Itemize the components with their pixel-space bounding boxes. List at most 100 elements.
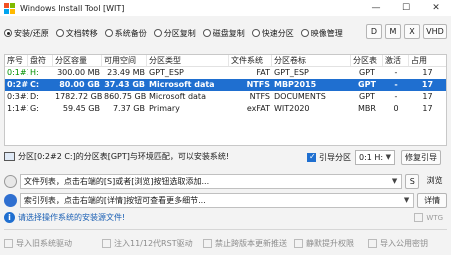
maximize-button[interactable]: ☐ bbox=[391, 0, 421, 16]
cell-free: 860.75 GB bbox=[104, 92, 147, 101]
d-button[interactable]: D bbox=[366, 24, 382, 39]
option-silent-elevate[interactable]: 静默提升权限 bbox=[294, 238, 368, 249]
browse-button[interactable]: 浏览 bbox=[422, 174, 447, 189]
cell-fs: exFAT bbox=[246, 104, 270, 113]
cell-table: GPT bbox=[358, 80, 376, 89]
close-button[interactable]: ✕ bbox=[421, 0, 451, 16]
boot-partition-select[interactable]: 0:1 H: ▼ bbox=[355, 150, 395, 165]
cell-index: 0:2#2 bbox=[7, 80, 28, 89]
checkbox[interactable] bbox=[102, 238, 111, 248]
tab-label: 安装/还原 bbox=[14, 28, 49, 38]
cell-type: Primary bbox=[149, 104, 180, 113]
cell-label: WIT2020 bbox=[274, 104, 310, 113]
cell-table: GPT bbox=[359, 92, 375, 101]
checkbox[interactable] bbox=[294, 238, 303, 248]
cell-type: Microsoft data bbox=[149, 80, 215, 89]
cell-drive: C: bbox=[30, 80, 40, 89]
cell-drive: H: bbox=[30, 68, 39, 77]
tab-partition-copy[interactable]: 分区复制 bbox=[153, 28, 196, 39]
table-row[interactable]: 0:3#3 D: 1782.72 GB 860.75 GB Microsoft … bbox=[5, 91, 446, 103]
option-inject-rst[interactable]: 注入11/12代RST驱动 bbox=[102, 238, 203, 249]
cell-drive: D: bbox=[30, 92, 39, 101]
index-list-select[interactable]: 索引列表，点击右端的[详情]按钮可查看更多细节... ▼ bbox=[19, 193, 415, 208]
cell-free: 7.37 GB bbox=[112, 104, 145, 113]
cell-fs: NTFS bbox=[246, 80, 270, 89]
radio-icon[interactable] bbox=[55, 29, 64, 37]
col-free[interactable]: 可用空间 bbox=[102, 55, 147, 66]
option-import-drivers[interactable]: 导入旧系统驱动 bbox=[4, 238, 102, 249]
repair-boot-button[interactable]: 修复引导 bbox=[401, 150, 441, 165]
cell-active: - bbox=[394, 92, 398, 101]
col-usage[interactable]: 占用 bbox=[409, 55, 446, 66]
options-row: 导入旧系统驱动 注入11/12代RST驱动 禁止跨版本更新推送 静默提升权限 导… bbox=[4, 236, 447, 250]
tab-label: 系统备份 bbox=[114, 28, 147, 38]
option-block-updates[interactable]: 禁止跨版本更新推送 bbox=[203, 238, 294, 249]
partition-icon bbox=[4, 151, 15, 161]
col-fs[interactable]: 文件系统 bbox=[229, 55, 272, 66]
file-list-select[interactable]: 文件列表，点击右端的[S]或者[浏览]按钮选取添加... ▼ bbox=[19, 174, 403, 189]
mode-tabs: 安装/还原 文档转移 系统备份 分区复制 磁盘复制 快速分区 映像管理 D M bbox=[4, 24, 447, 40]
option-label: 导入旧系统驱动 bbox=[16, 238, 72, 248]
radio-icon[interactable] bbox=[202, 29, 211, 37]
m-button[interactable]: M bbox=[385, 24, 401, 39]
option-import-key[interactable]: 导入公用密钥 bbox=[368, 238, 444, 249]
index-icon bbox=[4, 194, 17, 207]
wtg-checkbox[interactable] bbox=[414, 213, 424, 222]
index-list-placeholder: 索引列表，点击右端的[详情]按钮可查看更多细节... bbox=[23, 196, 206, 205]
x-button[interactable]: X bbox=[404, 24, 420, 39]
cell-table: GPT bbox=[359, 68, 375, 77]
cell-index: 0:3#3 bbox=[7, 92, 28, 101]
radio-icon[interactable] bbox=[153, 29, 162, 37]
details-button[interactable]: 详情 bbox=[417, 193, 447, 208]
cell-usage: 17 bbox=[422, 104, 433, 113]
chevron-down-icon: ▼ bbox=[403, 196, 410, 204]
radio-icon[interactable] bbox=[4, 29, 12, 37]
tab-label: 快速分区 bbox=[261, 28, 294, 38]
radio-icon[interactable] bbox=[104, 29, 113, 37]
checkbox[interactable] bbox=[368, 238, 377, 248]
tab-install-restore[interactable]: 安装/还原 bbox=[4, 28, 49, 39]
cell-usage: 17 bbox=[422, 92, 433, 101]
boot-partition-value: 0:1 H: bbox=[359, 153, 384, 162]
tab-quick-partition[interactable]: 快速分区 bbox=[251, 28, 294, 39]
col-label[interactable]: 分区卷标 bbox=[272, 55, 351, 66]
chevron-down-icon: ▼ bbox=[385, 153, 391, 161]
cell-table: MBR bbox=[358, 104, 376, 113]
tab-system-backup[interactable]: 系统备份 bbox=[104, 28, 147, 39]
radio-icon[interactable] bbox=[300, 29, 309, 37]
cell-label: GPT_ESP bbox=[274, 68, 309, 77]
cell-usage: 17 bbox=[421, 80, 434, 89]
cell-index: 1:1#1 bbox=[7, 104, 28, 113]
tab-disk-copy[interactable]: 磁盘复制 bbox=[202, 28, 245, 39]
table-row[interactable]: 1:1#1 G: 59.45 GB 7.37 GB Primary exFAT … bbox=[5, 103, 446, 115]
cell-active: - bbox=[394, 80, 398, 89]
tab-label: 磁盘复制 bbox=[212, 28, 245, 38]
col-table[interactable]: 分区表 bbox=[351, 55, 383, 66]
tab-image-management[interactable]: 映像管理 bbox=[300, 28, 343, 39]
vhd-button[interactable]: VHD bbox=[423, 24, 447, 39]
col-type[interactable]: 分区类型 bbox=[147, 55, 229, 66]
window-title: Windows Install Tool [WIT] bbox=[20, 3, 125, 13]
app-window: Windows Install Tool [WIT] — ☐ ✕ 安装/还原 文… bbox=[0, 0, 451, 255]
info-icon: i bbox=[4, 211, 15, 223]
minimize-button[interactable]: — bbox=[361, 0, 391, 16]
table-header: 序号 盘符 分区容量 可用空间 分区类型 文件系统 分区卷标 分区表 激活 占用 bbox=[5, 55, 446, 67]
checkbox[interactable] bbox=[4, 238, 13, 248]
checkbox[interactable] bbox=[203, 238, 212, 248]
table-row[interactable]: 0:1#1 H: 300.00 MB 23.49 MB GPT_ESP FAT … bbox=[5, 67, 446, 79]
s-button[interactable]: S bbox=[405, 174, 420, 189]
boot-partition-checkbox[interactable] bbox=[307, 152, 316, 162]
file-list-placeholder: 文件列表，点击右端的[S]或者[浏览]按钮选取添加... bbox=[23, 177, 210, 186]
col-active[interactable]: 激活 bbox=[383, 55, 409, 66]
option-label: 静默提升权限 bbox=[306, 238, 354, 248]
table-row-selected[interactable]: 0:2#2 C: 80.00 GB 37.43 GB Microsoft dat… bbox=[5, 79, 446, 91]
cell-usage: 17 bbox=[422, 68, 433, 77]
hint-text: 请选择操作系统的安装源文件! bbox=[18, 212, 126, 222]
cell-active: - bbox=[394, 68, 398, 77]
tab-label: 文档转移 bbox=[65, 28, 98, 38]
radio-icon[interactable] bbox=[251, 29, 260, 37]
col-drive[interactable]: 盘符 bbox=[28, 55, 53, 66]
tab-document-transfer[interactable]: 文档转移 bbox=[55, 28, 98, 39]
col-capacity[interactable]: 分区容量 bbox=[53, 55, 102, 66]
col-index[interactable]: 序号 bbox=[5, 55, 28, 66]
